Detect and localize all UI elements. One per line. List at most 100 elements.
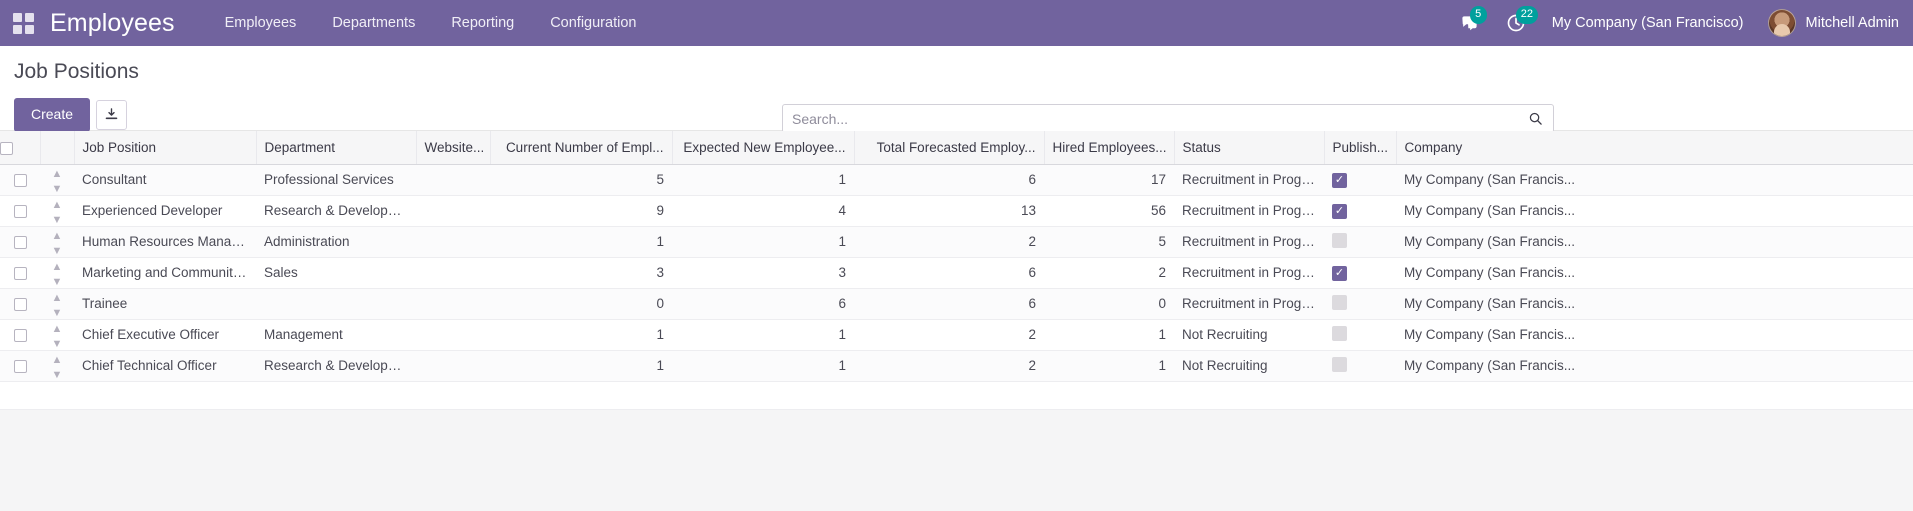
row-checkbox[interactable]: [13, 266, 27, 280]
published-toggle[interactable]: ✓: [1332, 173, 1347, 188]
cell-published[interactable]: ✓: [1324, 257, 1396, 289]
row-checkbox[interactable]: [13, 328, 27, 342]
row-select-cell[interactable]: [0, 350, 40, 382]
cell-job-position[interactable]: Chief Executive Officer: [74, 319, 256, 351]
row-checkbox[interactable]: [13, 359, 27, 373]
cell-hired-employees[interactable]: 5: [1044, 226, 1174, 258]
published-toggle[interactable]: ✓: [1332, 356, 1347, 372]
column-header-published[interactable]: Publish...: [1324, 131, 1397, 165]
drag-handle-icon[interactable]: ▲ ▼: [52, 323, 63, 349]
row-drag-cell[interactable]: ▲ ▼: [40, 164, 74, 196]
cell-published[interactable]: ✓: [1324, 319, 1396, 351]
cell-total-forecasted-employees[interactable]: 6: [854, 164, 1044, 196]
row-checkbox[interactable]: [13, 235, 27, 249]
cell-job-position[interactable]: Consultant: [74, 164, 256, 196]
cell-status[interactable]: Recruitment in Progr...: [1174, 195, 1324, 227]
drag-handle-icon[interactable]: ▲ ▼: [52, 199, 63, 225]
cell-job-position[interactable]: Marketing and Community ...: [74, 257, 256, 289]
cell-current-employees[interactable]: 0: [490, 288, 672, 320]
cell-department[interactable]: Sales: [256, 257, 416, 289]
column-header-expected-new-employees[interactable]: Expected New Employee...: [672, 131, 855, 165]
column-header-total-forecasted-employees[interactable]: Total Forecasted Employ...: [854, 131, 1045, 165]
cell-hired-employees[interactable]: 0: [1044, 288, 1174, 320]
cell-department[interactable]: [256, 288, 416, 320]
cell-hired-employees[interactable]: 56: [1044, 195, 1174, 227]
user-menu[interactable]: Mitchell Admin: [1760, 9, 1899, 37]
row-checkbox[interactable]: [13, 204, 27, 218]
cell-expected-new-employees[interactable]: 1: [672, 319, 854, 351]
cell-website[interactable]: [416, 350, 490, 382]
cell-expected-new-employees[interactable]: 3: [672, 257, 854, 289]
search-icon[interactable]: [1528, 111, 1553, 126]
cell-current-employees[interactable]: 5: [490, 164, 672, 196]
cell-website[interactable]: [416, 195, 490, 227]
cell-department[interactable]: Professional Services: [256, 164, 416, 196]
cell-hired-employees[interactable]: 2: [1044, 257, 1174, 289]
cell-department[interactable]: Research & Developm...: [256, 195, 416, 227]
cell-hired-employees[interactable]: 1: [1044, 350, 1174, 382]
cell-website[interactable]: [416, 226, 490, 258]
row-select-cell[interactable]: [0, 164, 40, 196]
cell-current-employees[interactable]: 1: [490, 226, 672, 258]
row-select-cell[interactable]: [0, 226, 40, 258]
import-records-button[interactable]: [96, 99, 128, 130]
column-header-website[interactable]: Website...: [416, 131, 491, 165]
published-toggle[interactable]: ✓: [1332, 232, 1347, 248]
row-checkbox[interactable]: [13, 297, 27, 311]
cell-published[interactable]: ✓: [1324, 350, 1396, 382]
cell-department[interactable]: Management: [256, 319, 416, 351]
cell-company[interactable]: My Company (San Francis...: [1396, 350, 1913, 382]
table-row[interactable]: ▲ ▼ Experienced Developer Research & Develo…: [0, 195, 1913, 227]
cell-expected-new-employees[interactable]: 6: [672, 288, 854, 320]
cell-expected-new-employees[interactable]: 4: [672, 195, 854, 227]
row-select-cell[interactable]: [0, 195, 40, 227]
menu-item-configuration[interactable]: Configuration: [532, 0, 654, 46]
published-toggle[interactable]: ✓: [1332, 204, 1347, 219]
cell-total-forecasted-employees[interactable]: 2: [854, 226, 1044, 258]
drag-handle-icon[interactable]: ▲ ▼: [52, 230, 63, 256]
cell-status[interactable]: Recruitment in Progr...: [1174, 226, 1324, 258]
cell-current-employees[interactable]: 9: [490, 195, 672, 227]
select-all-checkbox[interactable]: [0, 141, 13, 155]
cell-status[interactable]: Recruitment in Progr...: [1174, 257, 1324, 289]
published-toggle[interactable]: ✓: [1332, 266, 1347, 281]
cell-website[interactable]: [416, 319, 490, 351]
row-select-cell[interactable]: [0, 319, 40, 351]
cell-company[interactable]: My Company (San Francis...: [1396, 195, 1913, 227]
column-header-hired-employees[interactable]: Hired Employees...: [1044, 131, 1175, 165]
cell-website[interactable]: [416, 288, 490, 320]
cell-job-position[interactable]: Experienced Developer: [74, 195, 256, 227]
drag-handle-icon[interactable]: ▲ ▼: [52, 292, 63, 318]
table-row[interactable]: ▲▼Trainee0660Recruitment in Progr...✓My …: [0, 288, 1913, 320]
app-brand-employees[interactable]: Employees: [46, 0, 181, 46]
cell-website[interactable]: [416, 257, 490, 289]
row-drag-cell[interactable]: ▲ ▼: [40, 319, 74, 351]
cell-current-employees[interactable]: 1: [490, 350, 672, 382]
cell-total-forecasted-employees[interactable]: 6: [854, 257, 1044, 289]
cell-status[interactable]: Not Recruiting: [1174, 319, 1324, 351]
menu-item-employees[interactable]: Employees: [207, 0, 315, 46]
row-select-cell[interactable]: [0, 288, 40, 320]
cell-published[interactable]: ✓: [1324, 195, 1396, 227]
search-input[interactable]: [783, 110, 1528, 127]
activities-button[interactable]: 22: [1496, 0, 1538, 46]
row-checkbox[interactable]: [13, 173, 27, 187]
menu-item-departments[interactable]: Departments: [314, 0, 433, 46]
messages-button[interactable]: 5: [1450, 0, 1490, 46]
cell-status[interactable]: Recruitment in Progr...: [1174, 164, 1324, 196]
cell-hired-employees[interactable]: 17: [1044, 164, 1174, 196]
drag-handle-icon[interactable]: ▲ ▼: [52, 261, 63, 287]
cell-job-position[interactable]: Chief Technical Officer: [74, 350, 256, 382]
cell-published[interactable]: ✓: [1324, 288, 1396, 320]
cell-total-forecasted-employees[interactable]: 2: [854, 319, 1044, 351]
cell-job-position[interactable]: Trainee: [74, 288, 256, 320]
apps-menu-button[interactable]: [0, 0, 46, 46]
select-all-header[interactable]: [0, 131, 41, 165]
cell-status[interactable]: Not Recruiting: [1174, 350, 1324, 382]
row-drag-cell[interactable]: ▲ ▼: [40, 226, 74, 258]
table-row[interactable]: ▲ ▼ Human Resources Manager Administration 1…: [0, 226, 1913, 258]
company-switcher[interactable]: My Company (San Francisco): [1536, 0, 1760, 46]
column-header-company[interactable]: Company: [1396, 131, 1913, 165]
cell-status[interactable]: Recruitment in Progr...: [1174, 288, 1324, 320]
cell-expected-new-employees[interactable]: 1: [672, 226, 854, 258]
